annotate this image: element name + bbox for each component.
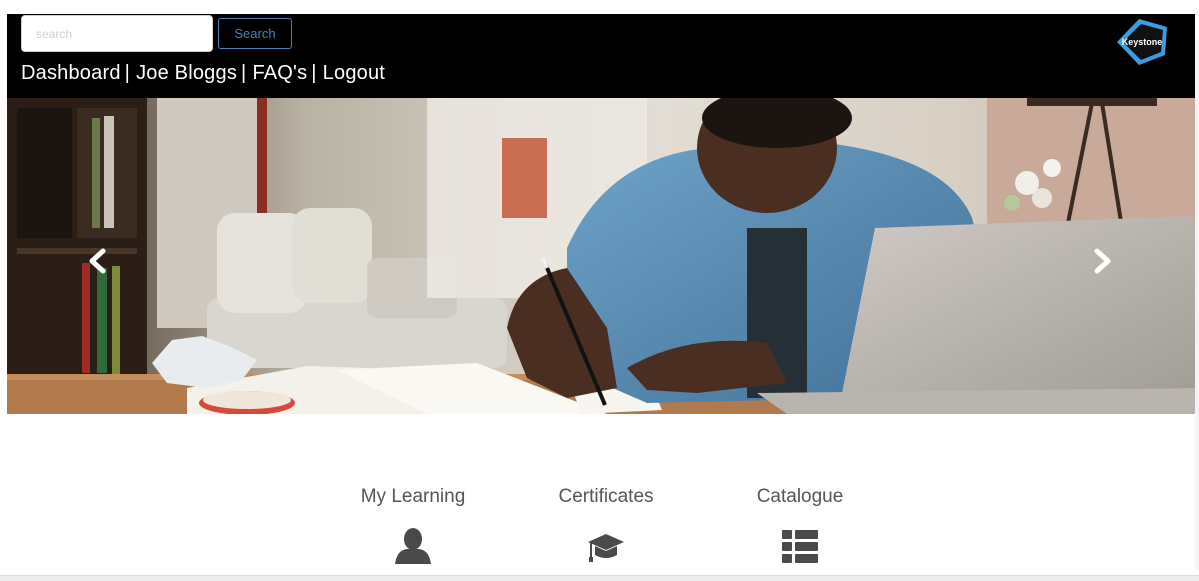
tile-label: Certificates (558, 486, 654, 507)
tile-label: My Learning (360, 486, 466, 507)
horizontal-scrollbar[interactable] (0, 575, 1199, 581)
main-nav: Dashboard | Joe Bloggs | FAQ's | Logout (21, 62, 385, 85)
vertical-scrollbar[interactable] (1195, 40, 1199, 570)
carousel-prev-button[interactable] (83, 244, 113, 278)
nav-separator: | (311, 62, 317, 84)
list-icon (782, 530, 818, 563)
nav-separator: | (124, 62, 131, 84)
hero-image (7, 98, 1195, 414)
nav-logout-link[interactable]: Logout (323, 62, 385, 84)
quick-links: My Learning Certificates Catalogue (0, 486, 1199, 576)
chevron-right-icon (1094, 248, 1111, 274)
tile-my-learning[interactable]: My Learning (343, 486, 483, 564)
search-input[interactable] (21, 15, 213, 52)
user-icon (395, 528, 431, 564)
carousel-next-button[interactable] (1087, 244, 1117, 278)
nav-separator: | (241, 62, 247, 84)
logo-text: Keystone (1122, 37, 1163, 47)
page: Search Dashboard|Joe Bloggs|FAQ's|Logout… (0, 0, 1199, 581)
tile-label: Catalogue (756, 486, 844, 507)
nav-dashboard-link[interactable]: Dashboard (21, 62, 121, 84)
tile-catalogue[interactable]: Catalogue (730, 486, 870, 564)
keystone-logo[interactable]: Keystone (1109, 15, 1173, 69)
hero-carousel (7, 98, 1195, 414)
chevron-left-icon (89, 248, 106, 274)
tile-certificates[interactable]: Certificates (536, 486, 676, 564)
search-button[interactable]: Search (218, 18, 292, 49)
nav-faqs-link[interactable]: FAQ's (252, 62, 307, 84)
header-bar: Search Dashboard|Joe Bloggs|FAQ's|Logout… (7, 14, 1195, 98)
nav-user-link[interactable]: Joe Bloggs (136, 62, 237, 84)
graduation-cap-icon (588, 534, 624, 562)
